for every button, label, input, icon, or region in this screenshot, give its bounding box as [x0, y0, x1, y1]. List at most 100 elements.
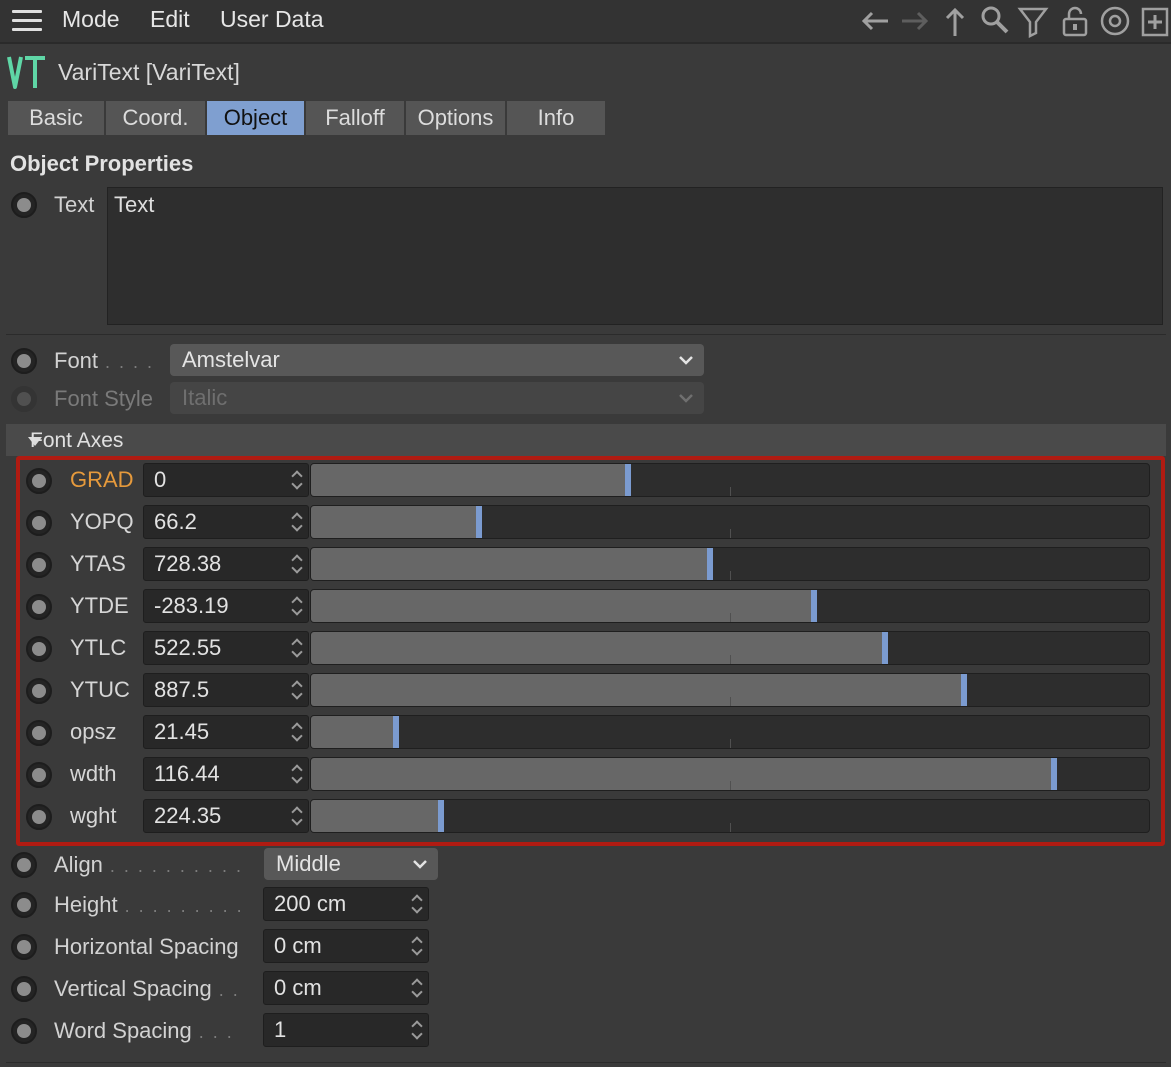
axis-animate-dot[interactable] [26, 804, 52, 830]
slider-thumb[interactable] [881, 632, 888, 664]
stepper-icon[interactable] [412, 1020, 424, 1040]
lock-icon[interactable] [1058, 4, 1092, 38]
menu-mode[interactable]: Mode [62, 6, 120, 33]
align-dropdown[interactable]: Middle [264, 848, 438, 880]
axis-slider[interactable] [310, 715, 1150, 749]
font-dropdown[interactable]: Amstelvar [170, 344, 704, 376]
stepper-icon[interactable] [292, 596, 304, 616]
axis-animate-dot[interactable] [26, 468, 52, 494]
slider-thumb[interactable] [706, 548, 713, 580]
axis-value: 21.45 [154, 719, 210, 744]
slider-thumb[interactable] [961, 674, 968, 706]
menu-user-data[interactable]: User Data [220, 6, 324, 33]
axis-slider[interactable] [310, 547, 1150, 581]
word-spacing-input[interactable]: 1 [263, 1013, 429, 1047]
axis-animate-dot[interactable] [26, 594, 52, 620]
tab-object[interactable]: Object [207, 101, 306, 135]
axis-slider[interactable] [310, 757, 1150, 791]
axis-name: YTLC [70, 635, 127, 660]
stepper-icon[interactable] [412, 936, 424, 956]
axis-value-input[interactable]: 0 [143, 463, 309, 497]
axis-value-input[interactable]: 522.55 [143, 631, 309, 665]
axis-slider[interactable] [310, 463, 1150, 497]
slider-thumb[interactable] [625, 464, 632, 496]
axis-animate-dot[interactable] [26, 552, 52, 578]
text-input[interactable]: Text [107, 187, 1163, 325]
tab-info[interactable]: Info [507, 101, 605, 135]
stepper-icon[interactable] [292, 470, 304, 490]
axis-slider[interactable] [310, 799, 1150, 833]
axis-animate-dot[interactable] [26, 636, 52, 662]
word-spacing-animate-dot[interactable] [11, 1018, 37, 1044]
axis-animate-dot[interactable] [26, 510, 52, 536]
menu-edit[interactable]: Edit [150, 6, 190, 33]
slider-midpoint-tick [730, 823, 731, 832]
axis-row-grad: GRAD 0 [22, 463, 1152, 499]
horizontal-spacing-input[interactable]: 0 cm [263, 929, 429, 963]
axis-animate-dot[interactable] [26, 720, 52, 746]
arrow-up-icon[interactable] [938, 4, 972, 38]
target-icon[interactable] [1098, 4, 1132, 38]
axis-name: wdth [70, 761, 117, 786]
object-title: VariText [VariText] [58, 59, 240, 85]
font-animate-dot[interactable] [11, 348, 37, 374]
height-input[interactable]: 200 cm [263, 887, 429, 921]
height-animate-dot[interactable] [11, 892, 37, 918]
tab-coord[interactable]: Coord. [106, 101, 207, 135]
tab-bar: Basic Coord. Object Falloff Options Info [8, 101, 605, 135]
stepper-icon[interactable] [292, 680, 304, 700]
stepper-icon[interactable] [292, 512, 304, 532]
axis-name: YOPQ [70, 509, 134, 534]
stepper-icon[interactable] [412, 978, 424, 998]
arrow-left-icon[interactable] [858, 4, 892, 38]
font-label: Font . . . . [54, 348, 155, 373]
horizontal-spacing-animate-dot[interactable] [11, 934, 37, 960]
slider-thumb[interactable] [438, 800, 445, 832]
stepper-icon[interactable] [292, 554, 304, 574]
font-axes-header[interactable] [6, 424, 1166, 456]
section-title: Object Properties [10, 151, 194, 176]
axis-row-ytas: YTAS 728.38 [22, 547, 1152, 583]
slider-thumb[interactable] [1050, 758, 1057, 790]
axis-value: 66.2 [154, 509, 197, 534]
axis-value-input[interactable]: -283.19 [143, 589, 309, 623]
font-style-dropdown-value: Italic [182, 385, 228, 410]
slider-midpoint-tick [730, 739, 731, 748]
axis-value-input[interactable]: 21.45 [143, 715, 309, 749]
hamburger-menu-icon[interactable] [12, 10, 42, 32]
axis-value-input[interactable]: 66.2 [143, 505, 309, 539]
stepper-icon[interactable] [292, 722, 304, 742]
chevron-down-icon [678, 344, 694, 386]
axis-value-input[interactable]: 116.44 [143, 757, 309, 791]
vertical-spacing-animate-dot[interactable] [11, 976, 37, 1002]
axis-slider[interactable] [310, 631, 1150, 665]
stepper-icon[interactable] [292, 638, 304, 658]
search-icon[interactable] [978, 4, 1012, 38]
axis-animate-dot[interactable] [26, 762, 52, 788]
tab-options[interactable]: Options [406, 101, 507, 135]
tab-falloff[interactable]: Falloff [306, 101, 406, 135]
stepper-icon[interactable] [412, 894, 424, 914]
axis-slider[interactable] [310, 505, 1150, 539]
slider-thumb[interactable] [811, 590, 818, 622]
axis-animate-dot[interactable] [26, 678, 52, 704]
axis-value: 522.55 [154, 635, 222, 660]
stepper-icon[interactable] [292, 806, 304, 826]
slider-thumb[interactable] [393, 716, 400, 748]
new-window-icon[interactable] [1138, 4, 1171, 38]
axis-slider[interactable] [310, 589, 1150, 623]
divider [6, 1062, 1166, 1063]
slider-thumb[interactable] [476, 506, 483, 538]
filter-icon[interactable] [1016, 4, 1050, 39]
stepper-icon[interactable] [292, 764, 304, 784]
axis-name: YTUC [70, 677, 130, 702]
vertical-spacing-input[interactable]: 0 cm [263, 971, 429, 1005]
axis-value-input[interactable]: 887.5 [143, 673, 309, 707]
align-animate-dot[interactable] [11, 852, 37, 878]
tab-basic[interactable]: Basic [8, 101, 106, 135]
axis-slider[interactable] [310, 673, 1150, 707]
axis-value-input[interactable]: 224.35 [143, 799, 309, 833]
arrow-right-icon[interactable] [898, 4, 932, 38]
text-animate-dot[interactable] [11, 192, 37, 218]
axis-value-input[interactable]: 728.38 [143, 547, 309, 581]
